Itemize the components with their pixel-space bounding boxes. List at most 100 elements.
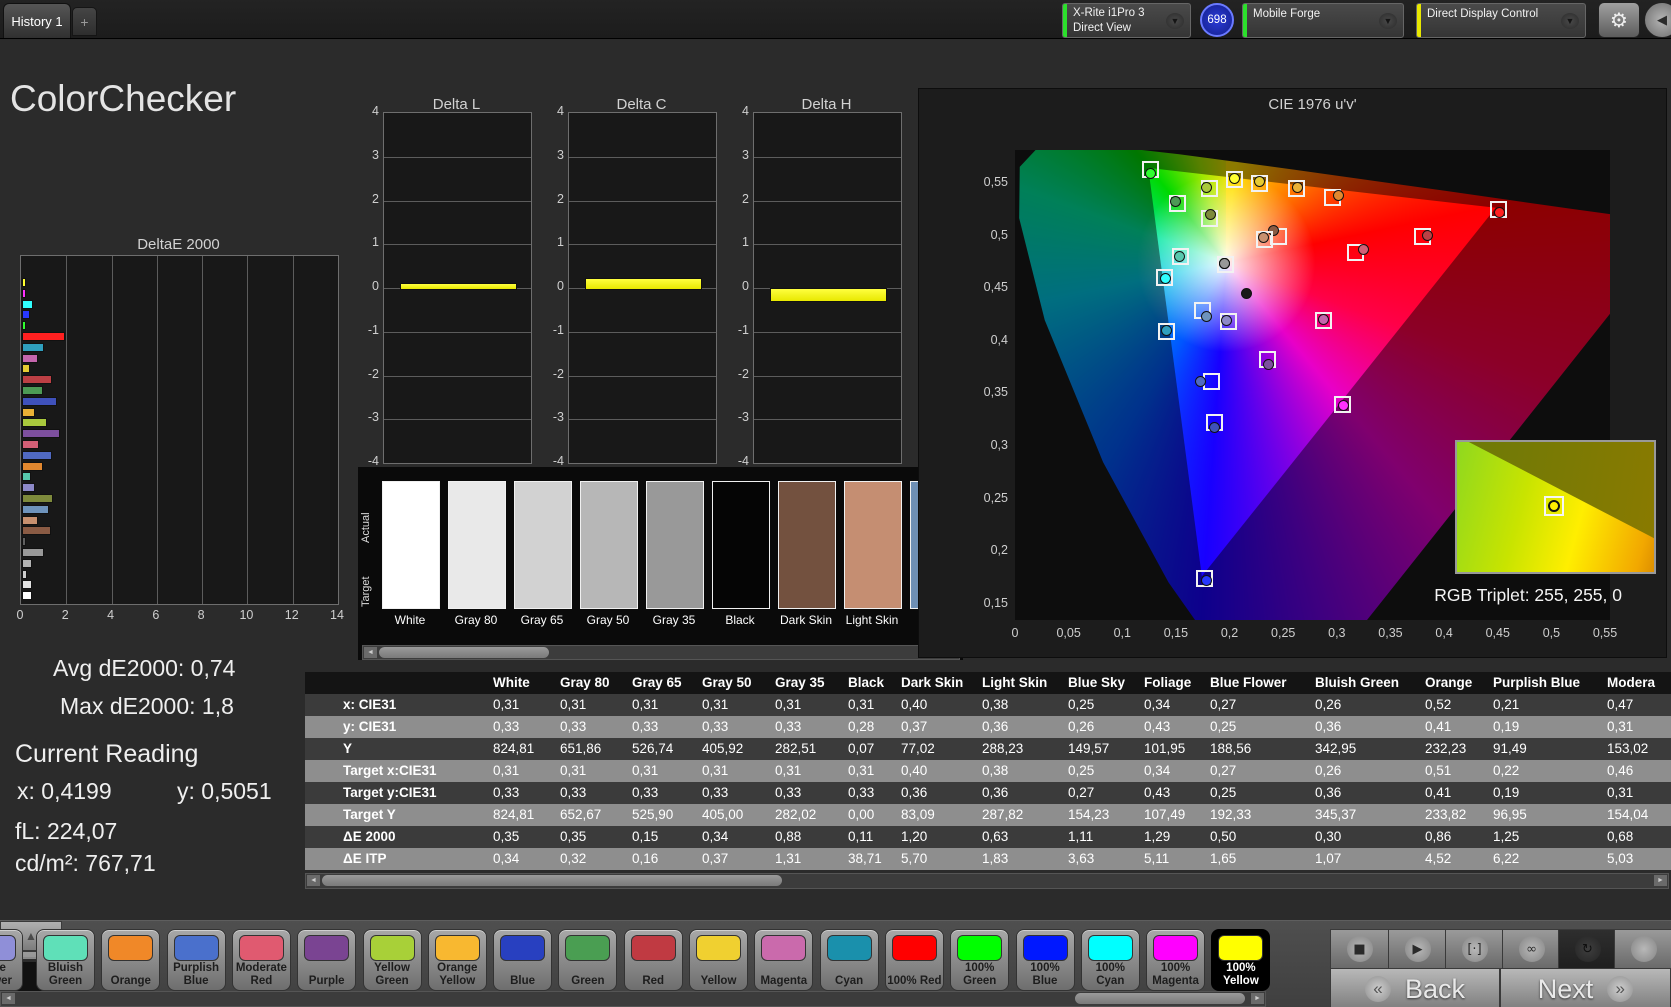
target-marker-black bbox=[1217, 256, 1235, 274]
scrollbar-thumb[interactable] bbox=[322, 875, 782, 886]
x-tick-label: 2 bbox=[61, 608, 69, 622]
y-tick-label: -1 bbox=[367, 322, 379, 337]
table-cell: 0,36 bbox=[901, 782, 982, 804]
next-button[interactable]: Next » bbox=[1500, 968, 1671, 1007]
scroll-left-icon[interactable]: ◄ bbox=[2, 993, 15, 1004]
collapse-panel-icon[interactable]: ◀ bbox=[1644, 2, 1671, 38]
measurement-count-badge[interactable]: 698 bbox=[1200, 3, 1234, 37]
patch-button-100-green[interactable]: 100% Green bbox=[950, 929, 1010, 991]
stop-button[interactable]: ■ bbox=[1330, 929, 1389, 969]
patch-color-chip bbox=[826, 935, 872, 961]
patch-button-100-blue[interactable]: 100% Blue bbox=[1015, 929, 1075, 991]
de-bar-purple bbox=[22, 429, 61, 439]
cie-x-tick: 0,45 bbox=[1485, 626, 1510, 640]
table-scrollbar[interactable]: ◄ ► bbox=[305, 873, 1669, 889]
scroll-right-icon[interactable]: ► bbox=[1251, 993, 1264, 1004]
patch-button-label: 100% Red bbox=[887, 975, 942, 987]
patch-button-bluish-green[interactable]: Bluish Green bbox=[36, 929, 95, 991]
patch-button-green[interactable]: Green bbox=[558, 929, 618, 991]
swatch-strip-scrollbar[interactable]: ◄ ► bbox=[362, 645, 960, 660]
measured-marker-100-yellow bbox=[1228, 173, 1240, 185]
patch-button-cyan[interactable]: Cyan bbox=[819, 929, 879, 991]
stop-icon: ■ bbox=[1346, 936, 1373, 962]
gear-icon[interactable]: ⚙ bbox=[1598, 2, 1640, 38]
cie-y-tick: 0,55 bbox=[983, 175, 1008, 189]
table-cell: 0,51 bbox=[1425, 760, 1493, 782]
table-cell: 0,41 bbox=[1425, 716, 1493, 738]
strip-swatch-label: Gray 50 bbox=[586, 613, 630, 627]
refresh-button[interactable]: ↻ bbox=[1558, 929, 1617, 969]
patch-button-purplish-blue[interactable]: Purplish Blue bbox=[166, 929, 226, 991]
de-bar-100-cyan bbox=[22, 299, 34, 309]
table-cell: 0,34 bbox=[493, 848, 560, 870]
blank-button[interactable] bbox=[1614, 929, 1671, 969]
gridline bbox=[569, 200, 716, 202]
gridline bbox=[754, 419, 901, 421]
gridline bbox=[292, 256, 294, 604]
table-cell: 1,11 bbox=[1068, 826, 1144, 848]
scroll-right-icon[interactable]: ► bbox=[1654, 875, 1667, 886]
cie-x-tick: 0,25 bbox=[1271, 626, 1296, 640]
table-cell: 0,27 bbox=[1210, 760, 1315, 782]
patch-button-100-cyan[interactable]: 100% Cyan bbox=[1080, 929, 1140, 991]
table-cell: 1,29 bbox=[1144, 826, 1210, 848]
row-label-y: Y bbox=[305, 738, 493, 760]
patch-color-chip bbox=[957, 935, 1003, 961]
meter-dropdown-x-rite-i1pro-3[interactable]: X-Rite i1Pro 3 Direct View ▼ bbox=[1062, 3, 1191, 38]
de-bar-purplish-blue bbox=[22, 450, 53, 460]
gridline bbox=[247, 256, 249, 604]
scroll-left-icon[interactable]: ◄ bbox=[307, 875, 320, 886]
gridline bbox=[569, 156, 716, 158]
table-cell: 0,31 bbox=[632, 760, 702, 782]
y-tick-label: -3 bbox=[737, 410, 749, 425]
patch-color-chip bbox=[761, 935, 807, 961]
patch-button-label: 100% Yellow bbox=[1222, 962, 1259, 987]
tab-history-1[interactable]: History 1 bbox=[3, 3, 71, 38]
chevron-down-icon[interactable]: ▼ bbox=[1379, 13, 1397, 29]
y-tick-label: -1 bbox=[737, 322, 749, 337]
patch-bar-scrollbar[interactable]: ◄ ► bbox=[0, 991, 1266, 1007]
y-tick-label: -2 bbox=[552, 366, 564, 381]
new-tab-button[interactable]: + bbox=[72, 7, 97, 36]
patch-button-blue[interactable]: Blue bbox=[493, 929, 553, 991]
patch-button-blue-flower[interactable]: Blue Flower bbox=[0, 929, 23, 991]
patch-button-orange[interactable]: Orange bbox=[101, 929, 161, 991]
play-button[interactable]: ▶ bbox=[1388, 929, 1447, 969]
meter-dropdown-direct-display-control[interactable]: Direct Display Control ▼ bbox=[1416, 3, 1586, 38]
patch-color-chip bbox=[1087, 935, 1133, 961]
cie-y-tick: 0,25 bbox=[983, 490, 1008, 505]
table-cell: 0,31 bbox=[632, 694, 702, 716]
table-cell: 0,38 bbox=[982, 694, 1068, 716]
patch-button-red[interactable]: Red bbox=[623, 929, 683, 991]
loop-button[interactable]: ∞ bbox=[1502, 929, 1561, 969]
patch-button-moderate-red[interactable]: Moderate Red bbox=[231, 929, 291, 991]
table-cell: 824,81 bbox=[493, 804, 560, 826]
patch-button-100-yellow[interactable]: 100% Yellow bbox=[1211, 929, 1271, 991]
patch-button-orange-yellow[interactable]: Orange Yellow bbox=[427, 929, 487, 991]
table-cell: 0,27 bbox=[1210, 694, 1315, 716]
chevron-down-icon[interactable]: ▼ bbox=[1166, 13, 1184, 29]
cie-x-tick: 0,4 bbox=[1435, 626, 1453, 640]
patch-button-yellow-green[interactable]: Yellow Green bbox=[362, 929, 422, 991]
scrollbar-thumb[interactable] bbox=[379, 647, 549, 658]
table-cell: 405,92 bbox=[702, 738, 775, 760]
measured-marker-blue-sky bbox=[1200, 310, 1212, 322]
y-tick-label: 3 bbox=[372, 147, 379, 162]
scroll-left-icon[interactable]: ◄ bbox=[364, 647, 377, 658]
patch-button-yellow[interactable]: Yellow bbox=[689, 929, 748, 991]
meter-dropdown-mobile-forge[interactable]: Mobile Forge ▼ bbox=[1242, 3, 1404, 38]
current-x-reading: x: 0,4199 bbox=[17, 778, 112, 804]
patch-button-magenta[interactable]: Magenta bbox=[754, 929, 814, 991]
scrollbar-thumb[interactable] bbox=[1075, 993, 1245, 1004]
status-indicator bbox=[1063, 4, 1067, 37]
column-header-modera: Modera bbox=[1607, 672, 1671, 694]
chevron-down-icon[interactable]: ▼ bbox=[1561, 13, 1579, 29]
gridline bbox=[384, 200, 531, 202]
step-button[interactable]: [·] bbox=[1445, 929, 1504, 969]
patch-button-purple[interactable]: Purple bbox=[297, 929, 357, 991]
table-cell: 0,33 bbox=[702, 716, 775, 738]
patch-button-100-magenta[interactable]: 100% Magenta bbox=[1146, 929, 1206, 991]
patch-button-100-red[interactable]: 100% Red bbox=[884, 929, 944, 991]
back-button[interactable]: « Back bbox=[1330, 968, 1500, 1007]
patch-button-label: Blue bbox=[510, 975, 536, 987]
